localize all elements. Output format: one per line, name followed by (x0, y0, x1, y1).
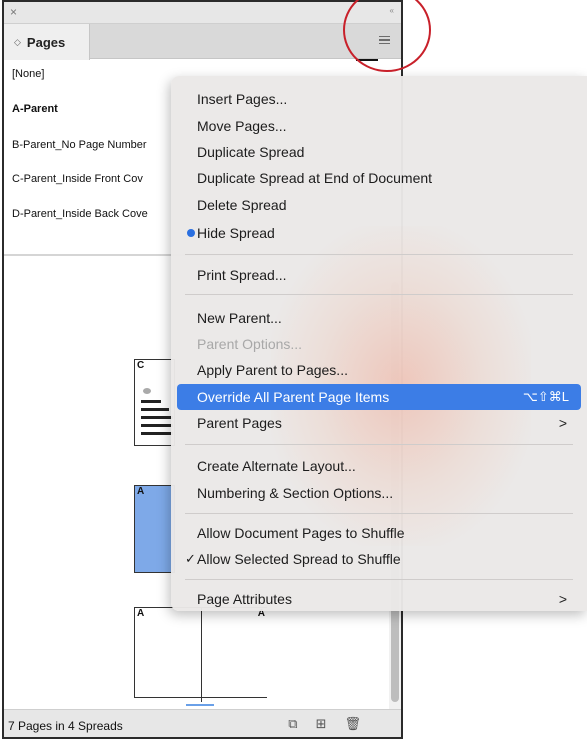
tab-pages[interactable]: ◇ Pages (4, 24, 90, 60)
menu-item-label: Create Alternate Layout... (197, 458, 356, 474)
menu-item-label: Delete Spread (197, 197, 287, 213)
parent-item-a[interactable]: A-Parent (12, 103, 58, 115)
menu-item-create-alternate-layout[interactable]: Create Alternate Layout... (177, 453, 581, 479)
menu-item-label: Duplicate Spread (197, 144, 305, 160)
menu-item-label: Print Spread... (197, 267, 287, 283)
parent-item-c[interactable]: C-Parent_Inside Front Cov (12, 173, 143, 185)
new-page-icon[interactable]: ⊞ (316, 716, 327, 732)
menu-item-label: Apply Parent to Pages... (197, 362, 348, 378)
page-count-status: 7 Pages in 4 Spreads (8, 719, 123, 733)
menu-item-duplicate-spread-end[interactable]: Duplicate Spread at End of Document (177, 165, 581, 191)
menu-separator (185, 294, 573, 295)
panel-tabbar: ◇ Pages (4, 24, 401, 60)
menu-item-label: Parent Pages (197, 415, 282, 431)
menu-item-label: Duplicate Spread at End of Document (197, 170, 433, 186)
menu-item-new-parent[interactable]: New Parent... (177, 305, 581, 331)
menu-item-label: Allow Selected Spread to Shuffle (197, 551, 401, 567)
keyboard-shortcut: ⌥⇧⌘L (522, 389, 569, 404)
chevron-right-icon: > (558, 415, 567, 431)
menu-item-insert-pages[interactable]: Insert Pages... (177, 86, 581, 112)
footer-icon-group: ⧉ ⊞ 🗑︎ (288, 716, 361, 732)
menu-item-label: Parent Options... (197, 336, 303, 352)
menu-item-parent-options: Parent Options... (177, 331, 581, 357)
menu-item-duplicate-spread[interactable]: Duplicate Spread (177, 139, 581, 165)
insertion-indicator (186, 704, 214, 706)
pages-panel-menu: Insert Pages... Move Pages... Duplicate … (171, 76, 587, 611)
trash-icon[interactable]: 🗑︎ (344, 716, 361, 732)
menu-item-label: Hide Spread (197, 225, 275, 241)
menu-separator (185, 513, 573, 514)
menu-item-label: Numbering & Section Options... (197, 485, 394, 501)
checkmark-icon: ✓ (185, 551, 196, 566)
menu-separator (185, 444, 573, 445)
menu-item-label: Page Attributes (197, 591, 292, 607)
chevron-right-icon: > (558, 591, 567, 607)
menu-item-delete-spread[interactable]: Delete Spread (177, 192, 581, 218)
panel-footer: 7 Pages in 4 Spreads ⧉ ⊞ 🗑︎ (4, 709, 401, 737)
tab-pages-label: Pages (26, 34, 66, 50)
menu-item-label: Override All Parent Page Items (197, 389, 390, 405)
menu-separator (185, 579, 573, 580)
menu-item-numbering-section[interactable]: Numbering & Section Options... (177, 480, 581, 506)
menu-item-allow-doc-pages-shuffle[interactable]: Allow Document Pages to Shuffle (177, 520, 581, 546)
menu-item-allow-spread-shuffle[interactable]: ✓ Allow Selected Spread to Shuffle (177, 546, 581, 572)
page-parent-letter: C (137, 360, 145, 371)
menu-item-move-pages[interactable]: Move Pages... (177, 113, 581, 139)
menu-item-apply-parent[interactable]: Apply Parent to Pages... (177, 357, 581, 383)
parent-item-none[interactable]: [None] (12, 68, 44, 80)
selected-page-thumbnail[interactable]: A (134, 485, 175, 573)
page-parent-letter: A (137, 608, 145, 619)
menu-item-label: Move Pages... (197, 118, 287, 134)
menu-item-override-parent-items[interactable]: Override All Parent Page Items ⌥⇧⌘L (177, 384, 581, 410)
menu-separator (185, 254, 573, 255)
parent-item-b[interactable]: B-Parent_No Page Number (12, 139, 147, 151)
parent-item-d[interactable]: D-Parent_Inside Back Cove (12, 208, 148, 220)
spread-divider (201, 607, 202, 702)
panel-titlebar: × « (4, 2, 401, 24)
close-icon[interactable]: × (10, 4, 17, 20)
page-size-icon[interactable]: ⧉ (288, 716, 297, 732)
page-thumbnail[interactable]: C (134, 359, 175, 446)
tab-toggle-icon: ◇ (14, 36, 21, 47)
menu-item-page-attributes[interactable]: Page Attributes > (177, 586, 581, 611)
menu-item-label: Insert Pages... (197, 91, 288, 107)
menu-item-hide-spread[interactable]: Hide Spread (177, 220, 581, 246)
menu-item-print-spread[interactable]: Print Spread... (177, 262, 581, 288)
selected-dot-icon (187, 229, 195, 237)
menu-item-label: New Parent... (197, 310, 282, 326)
menu-item-parent-pages[interactable]: Parent Pages > (177, 410, 581, 436)
menu-item-label: Allow Document Pages to Shuffle (197, 525, 405, 541)
page-parent-letter: A (137, 486, 145, 497)
